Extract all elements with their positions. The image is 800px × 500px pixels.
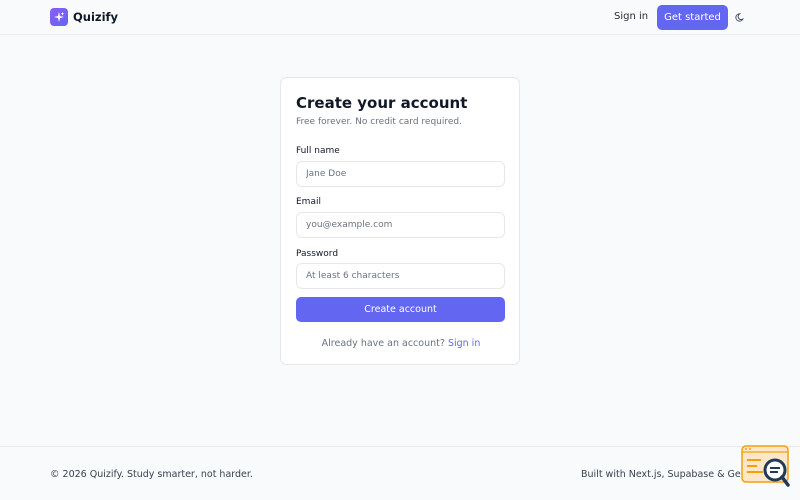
sign-in-prompt-text: Already have an account? [321, 338, 445, 349]
signup-card: Create your account Free forever. No cre… [280, 77, 520, 365]
full-name-input[interactable] [296, 161, 505, 187]
password-label: Password [296, 249, 339, 259]
sign-in-prompt: Already have an account? Sign in [281, 338, 521, 349]
page-title: Create your account [296, 94, 468, 112]
brand[interactable]: Quizify [50, 8, 118, 26]
built-with-text: Built with Next.js, Supabase & Gemini. [581, 469, 765, 480]
full-name-label: Full name [296, 146, 340, 156]
email-label: Email [296, 197, 321, 207]
moon-icon[interactable] [733, 10, 747, 24]
copyright-text: © 2026 Quizify. Study smarter, not harde… [50, 469, 253, 480]
get-started-button[interactable]: Get started [657, 5, 728, 30]
email-input[interactable] [296, 212, 505, 238]
sign-in-link[interactable]: Sign in [614, 11, 648, 22]
top-nav: Quizify Sign in Get started [0, 0, 800, 35]
search-magnifier-icon[interactable] [741, 445, 791, 489]
sparkles-icon [50, 8, 68, 26]
sign-in-link-footer[interactable]: Sign in [448, 338, 480, 349]
create-account-button[interactable]: Create account [296, 297, 505, 322]
page-subtitle: Free forever. No credit card required. [296, 117, 462, 127]
brand-name: Quizify [73, 10, 119, 24]
page-footer: © 2026 Quizify. Study smarter, not harde… [0, 446, 800, 500]
password-input[interactable] [296, 263, 505, 289]
